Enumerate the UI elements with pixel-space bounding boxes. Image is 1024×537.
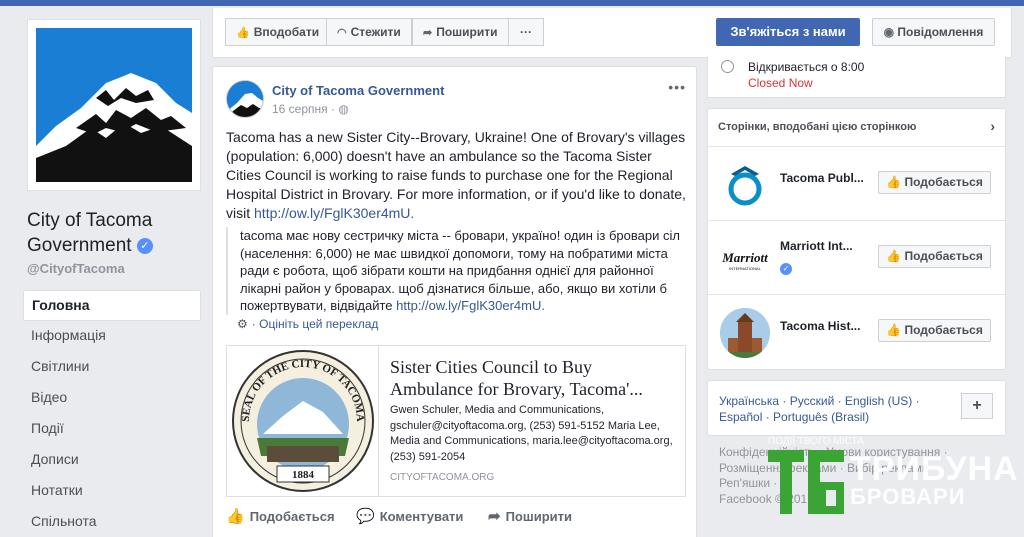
- tacoma-public-utilities-logo[interactable]: [720, 160, 770, 210]
- post-link[interactable]: http://ow.ly/FglK30er4mU.: [254, 205, 414, 221]
- message-label: Повідомлення: [897, 25, 984, 39]
- marriott-logo-subtext: INTERNATIONAL: [729, 266, 761, 271]
- contact-us-button[interactable]: Зв'яжіться з нами: [716, 18, 860, 46]
- post-timestamp[interactable]: 16 серпня · ◍: [272, 102, 349, 116]
- post-body: Tacoma has a new Sister City--Brovary, U…: [226, 128, 688, 223]
- post-action-bar: 👍 Подобається 💬 Коментувати ➦ Поширити: [226, 507, 686, 529]
- liked-page-item: Tacoma Publ... 👍 Подобається: [708, 146, 1005, 220]
- language-list-line-2[interactable]: Español · Português (Brasil): [719, 410, 869, 424]
- chevron-right-icon[interactable]: ›: [990, 118, 995, 134]
- footer-line-2[interactable]: Розміщення реклами · Вибір реклами ·: [719, 461, 1009, 477]
- post-translation: tacoma має нову сестричку міста -- брова…: [226, 227, 686, 315]
- seal-year: 1884: [292, 469, 315, 481]
- link-card-title: Sister Cities Council to Buy Ambulance f…: [390, 357, 643, 399]
- messenger-icon: ◉: [883, 25, 895, 39]
- page-title: City of Tacoma Government ✓: [27, 208, 207, 258]
- post-like-label: Подобається: [249, 509, 335, 524]
- verified-badge-icon: ✓: [136, 238, 153, 254]
- more-options-button[interactable]: ···: [508, 18, 544, 46]
- top-blue-bar: [0, 0, 1024, 6]
- liked-page-like-label: Подобається: [904, 323, 983, 337]
- page-handle[interactable]: @CityofTacoma: [27, 261, 125, 276]
- liked-pages-panel: Сторінки, вподобані цією сторінкою › Tac…: [707, 108, 1006, 370]
- like-page-button[interactable]: 👍 Вподобати: [225, 18, 331, 46]
- nav-item-home[interactable]: Головна: [23, 290, 201, 321]
- city-seal-image: SEAL OF THE CITY OF TACOMA 1884: [227, 346, 379, 496]
- footer-line-3[interactable]: Реп'яшки ·: [719, 476, 1009, 492]
- nav-item-info[interactable]: Інформація: [23, 321, 201, 352]
- opens-at-text: Відкривається о 8:00: [748, 60, 865, 74]
- nav-item-events[interactable]: Події: [23, 414, 201, 445]
- message-button[interactable]: ◉ Повідомлення: [872, 18, 995, 46]
- comment-bubble-icon: 💬: [356, 508, 375, 525]
- share-arrow-icon: ➦: [423, 27, 433, 39]
- footer-line-1[interactable]: Конфіденційність · Умови користування ·: [719, 445, 1009, 461]
- marriott-logo-text: Marriott: [721, 250, 768, 265]
- globe-icon: ◍: [338, 102, 349, 116]
- share-page-label: Поширити: [436, 25, 498, 39]
- page-footer: Конфіденційність · Умови користування · …: [719, 445, 1009, 507]
- page-action-bar: 👍 Вподобати ◠ Стежити ➦ Поширити ··· Зв'яжі…: [212, 8, 1012, 58]
- liked-pages-header: Сторінки, вподобані цією сторінкою: [718, 121, 917, 133]
- left-navigation: Головна Інформація Світлини Відео Події …: [23, 290, 201, 537]
- rate-translation-label: Оцініть цей переклад: [259, 317, 379, 331]
- liked-page-like-label: Подобається: [904, 175, 983, 189]
- profile-picture[interactable]: [27, 19, 201, 191]
- share-page-button[interactable]: ➦ Поширити: [412, 18, 509, 46]
- follow-button[interactable]: ◠ Стежити: [326, 18, 412, 46]
- thumbs-up-icon: 👍: [886, 249, 902, 263]
- closed-now-status: Closed Now: [748, 76, 813, 90]
- nav-item-notes[interactable]: Нотатки: [23, 476, 201, 507]
- footer-line-4: Facebook © 2017: [719, 491, 814, 506]
- nav-item-photos[interactable]: Світлини: [23, 352, 201, 383]
- post-author-name[interactable]: City of Tacoma Government: [272, 83, 444, 98]
- nav-item-posts[interactable]: Дописи: [23, 445, 201, 476]
- post-options-icon[interactable]: •••: [668, 79, 686, 95]
- page-title-text: City of Tacoma Government: [27, 210, 153, 256]
- liked-page-item: Tacoma Hist... 👍 Подобається: [708, 294, 1005, 368]
- liked-page-like-label: Подобається: [904, 249, 983, 263]
- liked-page-name[interactable]: Tacoma Hist...: [780, 319, 860, 333]
- liked-page-item: Marriott INTERNATIONAL Marriott Int... ✓…: [708, 220, 1005, 294]
- liked-page-name[interactable]: Tacoma Publ...: [780, 171, 864, 185]
- clock-icon: [721, 60, 734, 73]
- thumbs-up-icon: 👍: [886, 323, 902, 337]
- post-comment-label: Коментувати: [379, 509, 464, 524]
- language-list-line-1[interactable]: Українська · Русский · English (US) ·: [719, 394, 920, 408]
- translation-link[interactable]: http://ow.ly/FglK30er4mU.: [396, 298, 545, 313]
- post-card: City of Tacoma Government 16 серпня · ◍ …: [212, 66, 697, 537]
- nav-item-community[interactable]: Спільнота: [23, 507, 201, 537]
- liked-page-like-button[interactable]: 👍 Подобається: [878, 245, 991, 268]
- share-arrow-icon: ➦: [488, 508, 501, 525]
- post-date-text: 16 серпня ·: [272, 102, 335, 116]
- post-share-label: Поширити: [505, 509, 572, 524]
- post-comment-button[interactable]: 💬 Коментувати: [356, 507, 463, 525]
- liked-page-like-button[interactable]: 👍 Подобається: [878, 319, 991, 342]
- thumbs-up-icon: 👍: [236, 27, 250, 39]
- opening-hours: Відкривається о 8:00 Closed Now: [707, 56, 1006, 98]
- follow-label: Стежити: [350, 25, 401, 39]
- liked-page-like-button[interactable]: 👍 Подобається: [878, 171, 991, 194]
- thumbs-up-icon: 👍: [226, 508, 245, 525]
- tacoma-historical-logo[interactable]: [720, 308, 770, 358]
- language-selector: Українська · Русский · English (US) · Es…: [707, 380, 1006, 436]
- rss-icon: ◠: [337, 27, 347, 39]
- liked-page-name[interactable]: Marriott Int...: [780, 239, 853, 253]
- link-preview-card[interactable]: SEAL OF THE CITY OF TACOMA 1884 Sister C…: [226, 345, 686, 497]
- gear-icon: ⚙: [237, 317, 248, 331]
- rate-translation-link[interactable]: ⚙ · Оцініть цей переклад: [237, 317, 378, 331]
- add-language-button[interactable]: +: [961, 393, 993, 419]
- mountain-logo-image: [36, 28, 192, 182]
- verified-badge-icon: ✓: [780, 263, 792, 275]
- nav-item-videos[interactable]: Відео: [23, 383, 201, 414]
- thumbs-up-icon: 👍: [886, 175, 902, 189]
- post-share-button[interactable]: ➦ Поширити: [488, 507, 572, 525]
- post-like-button[interactable]: 👍 Подобається: [226, 507, 335, 525]
- marriott-logo[interactable]: Marriott INTERNATIONAL: [720, 234, 770, 284]
- like-page-label: Вподобати: [253, 25, 320, 39]
- link-card-domain: CITYOFTACOMA.ORG: [390, 472, 495, 483]
- link-card-description: Gwen Schuler, Media and Communications, …: [390, 404, 673, 463]
- post-author-avatar[interactable]: [226, 80, 264, 118]
